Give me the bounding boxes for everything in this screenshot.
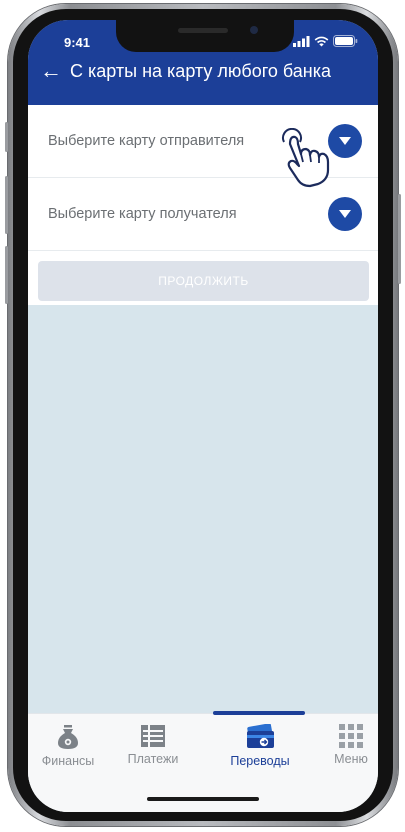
tab-label: Платежи <box>127 752 179 766</box>
bottom-tab-bar: Финансы Платежи Переводы Меню <box>28 711 378 812</box>
volume-up-button <box>5 176 8 234</box>
tab-label: Финансы <box>41 754 95 768</box>
status-time: 9:41 <box>64 35 91 50</box>
recipient-card-label: Выберите карту получателя <box>48 206 237 222</box>
tab-menu[interactable]: Меню <box>310 724 378 766</box>
front-camera <box>250 26 258 34</box>
home-indicator <box>147 797 259 801</box>
chevron-down-icon[interactable] <box>328 197 362 231</box>
battery-icon <box>333 35 358 47</box>
tab-transfers[interactable]: Переводы <box>219 724 301 768</box>
wifi-icon <box>314 36 329 46</box>
payments-list-icon <box>141 725 165 747</box>
app-screen: 9:41 ← С карты на карту любого банка Выб… <box>28 20 378 812</box>
grid-menu-icon <box>339 724 363 748</box>
app-header: 9:41 ← С карты на карту любого банка <box>28 20 378 105</box>
notch <box>116 20 294 52</box>
back-arrow-icon[interactable]: ← <box>40 60 62 82</box>
volume-down-button <box>5 246 8 304</box>
active-tab-indicator <box>213 711 305 715</box>
card-transfer-icon <box>247 724 274 748</box>
continue-button[interactable]: ПРОДОЛЖИТЬ <box>38 261 369 301</box>
speaker-grille <box>178 28 228 33</box>
tab-finances[interactable]: Финансы <box>28 724 109 768</box>
tab-label: Переводы <box>230 754 290 768</box>
status-icons <box>293 35 358 47</box>
money-bag-icon <box>58 725 78 749</box>
header-title-row: ← С карты на карту любого банка <box>40 60 331 82</box>
tab-label: Меню <box>334 752 368 766</box>
mute-switch <box>5 122 8 152</box>
signal-icon <box>293 35 310 47</box>
page-title: С карты на карту любого банка <box>70 60 332 81</box>
recipient-card-select[interactable]: Выберите карту получателя <box>28 178 378 251</box>
tab-payments[interactable]: Платежи <box>112 724 194 766</box>
power-button <box>398 194 401 284</box>
tap-hand-icon <box>282 128 330 188</box>
